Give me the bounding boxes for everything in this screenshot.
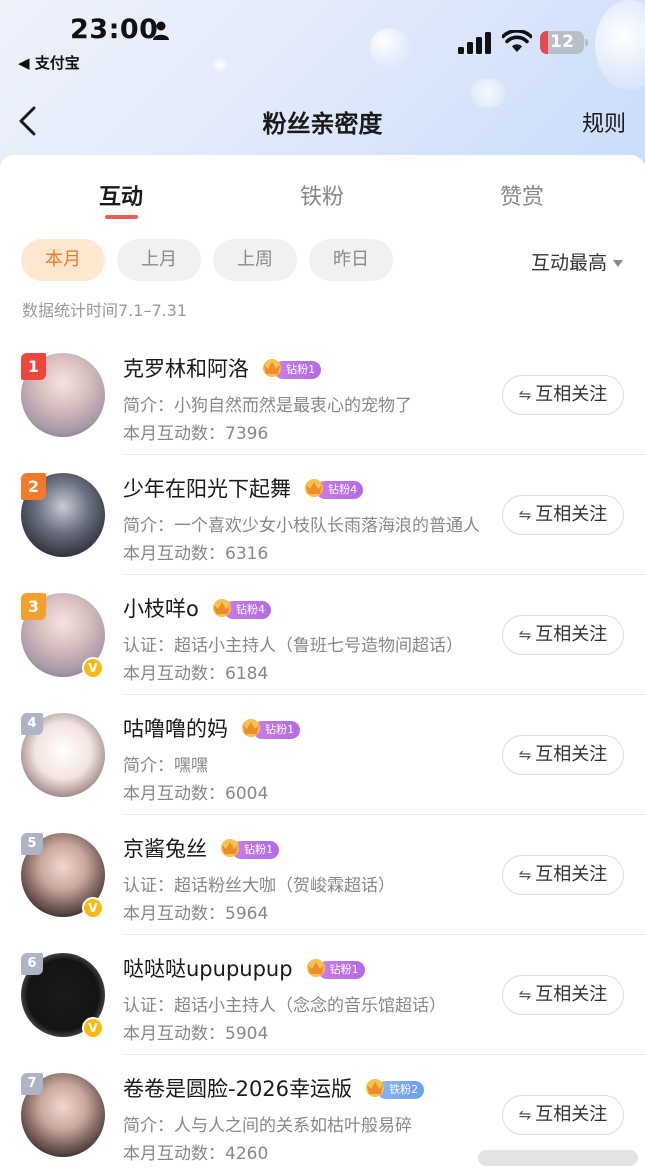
- mutual-follow-button[interactable]: ⇋ 互相关注: [502, 495, 624, 535]
- fan-description: 简介：人与人之间的关系如枯叶般易碎: [123, 1116, 412, 1136]
- filter-chip-last-week[interactable]: 上周: [213, 239, 297, 281]
- rank-badge: 2: [21, 473, 46, 500]
- verified-icon: V: [82, 897, 104, 919]
- fan-level-badge: 钻粉1: [260, 358, 322, 379]
- swap-arrows-icon: ⇋: [518, 746, 532, 764]
- interaction-count: 本月互动数：6004: [123, 784, 269, 804]
- main-card: 互动 铁粉 赞赏 本月 上月 上周 昨日 互动最高 数据统计时间7.1–7.31…: [0, 155, 645, 1173]
- swap-arrows-icon: ⇋: [518, 506, 532, 524]
- mutual-follow-button[interactable]: ⇋ 互相关注: [502, 735, 624, 775]
- crown-icon: [242, 719, 261, 737]
- fan-row[interactable]: 2 少年在阳光下起舞 钻粉4 简介：一个喜欢少女小枝队长雨落海浪的普通人 本月互…: [0, 455, 645, 575]
- filter-chip-yesterday[interactable]: 昨日: [309, 239, 393, 281]
- fan-level-badge: 钻粉1: [218, 838, 280, 859]
- rank-badge: 4: [21, 713, 43, 735]
- fan-name[interactable]: 京酱兔丝: [123, 837, 207, 861]
- crown-icon: [306, 959, 325, 977]
- fan-name-line: 少年在阳光下起舞 钻粉4: [123, 473, 364, 503]
- fan-description: 简介：一个喜欢少女小枝队长雨落海浪的普通人: [123, 516, 480, 536]
- rank-badge: 1: [21, 353, 46, 380]
- fan-level-badge: 钻粉1: [239, 718, 301, 739]
- crown-icon: [305, 479, 324, 497]
- interaction-count: 本月互动数：6184: [123, 664, 269, 684]
- crown-icon: [221, 839, 240, 857]
- rules-link[interactable]: 规则: [582, 106, 626, 138]
- fan-name[interactable]: 少年在阳光下起舞: [123, 477, 291, 501]
- swap-arrows-icon: ⇋: [518, 386, 532, 404]
- fan-row[interactable]: 3 V 小枝咩o 钻粉4 认证：超话小主持人（鲁班七号造物间超话） 本月互动数：…: [0, 575, 645, 695]
- fan-level-badge: 钻粉1: [304, 958, 365, 979]
- fan-name-line: 卷卷是圆脸-2026幸运版 铁粉2: [123, 1073, 425, 1103]
- fan-description: 认证：超话小主持人（念念的音乐馆超话）: [123, 996, 446, 1016]
- fan-level-badge: 铁粉2: [363, 1078, 425, 1099]
- mutual-follow-button[interactable]: ⇋ 互相关注: [502, 1095, 624, 1135]
- fan-name-line: 小枝咩o 钻粉4: [123, 593, 271, 623]
- page-title: 粉丝亲密度: [262, 110, 383, 138]
- fan-description: 简介：嘿嘿: [123, 756, 208, 776]
- verified-icon: V: [82, 657, 104, 679]
- stat-range-text: 数据统计时间7.1–7.31: [22, 301, 188, 320]
- bubble-decoration: [370, 28, 410, 68]
- rank-badge: 6: [21, 953, 43, 975]
- rank-badge: 5: [21, 833, 43, 855]
- interaction-count: 本月互动数：5904: [123, 1024, 269, 1044]
- fan-list: 1 克罗林和阿洛 钻粉1 简介：小狗自然而然是最衷心的宠物了 本月互动数：739…: [0, 335, 645, 1173]
- fan-name-line: 京酱兔丝 钻粉1: [123, 833, 280, 863]
- fan-name-line: 哒哒哒upupupup 钻粉1: [123, 953, 365, 983]
- crown-icon: [212, 599, 231, 617]
- mutual-follow-button[interactable]: ⇋ 互相关注: [502, 375, 624, 415]
- fan-level-badge: 钻粉4: [302, 478, 364, 499]
- cellular-signal-icon: [458, 32, 491, 54]
- fan-description: 认证：超话粉丝大咖（贺峻霖超话）: [123, 876, 395, 896]
- interaction-count: 本月互动数：4260: [123, 1144, 269, 1164]
- fan-name[interactable]: 小枝咩o: [123, 597, 199, 621]
- home-indicator: [478, 1150, 638, 1166]
- swap-arrows-icon: ⇋: [518, 1106, 532, 1124]
- mutual-follow-button[interactable]: ⇋ 互相关注: [502, 615, 624, 655]
- fan-name-line: 咕噜噜的妈 钻粉1: [123, 713, 301, 743]
- rank-badge: 7: [21, 1073, 43, 1095]
- status-time: 23:00: [70, 14, 159, 45]
- mutual-follow-button[interactable]: ⇋ 互相关注: [502, 975, 624, 1015]
- fan-name[interactable]: 克罗林和阿洛: [123, 357, 249, 381]
- person-icon: [153, 21, 169, 40]
- crown-icon: [366, 1079, 385, 1097]
- fan-name[interactable]: 咕噜噜的妈: [123, 717, 228, 741]
- active-tab-indicator: [105, 215, 138, 219]
- bubble-decoration: [213, 58, 227, 72]
- rank-badge: 3: [21, 593, 46, 620]
- mutual-follow-button[interactable]: ⇋ 互相关注: [502, 855, 624, 895]
- fan-row[interactable]: 5 V 京酱兔丝 钻粉1 认证：超话粉丝大咖（贺峻霖超话） 本月互动数：5964…: [0, 815, 645, 935]
- tab-iron-fans[interactable]: 铁粉: [300, 179, 344, 211]
- fan-row[interactable]: 6 V 哒哒哒upupupup 钻粉1 认证：超话小主持人（念念的音乐馆超话） …: [0, 935, 645, 1055]
- verified-icon: V: [82, 1017, 104, 1039]
- sort-dropdown[interactable]: 互动最高: [531, 248, 623, 275]
- battery-icon: 12: [540, 31, 588, 54]
- fan-name[interactable]: 哒哒哒upupupup: [123, 957, 293, 981]
- fan-level-badge: 钻粉4: [210, 598, 271, 619]
- interaction-count: 本月互动数：5964: [123, 904, 269, 924]
- wifi-icon: [502, 30, 532, 52]
- swap-arrows-icon: ⇋: [518, 986, 532, 1004]
- crown-icon: [263, 359, 282, 377]
- bubble-decoration: [595, 0, 645, 90]
- fan-name[interactable]: 卷卷是圆脸-2026幸运版: [123, 1077, 352, 1101]
- filter-chip-last-month[interactable]: 上月: [117, 239, 201, 281]
- fan-row[interactable]: 4 咕噜噜的妈 钻粉1 简介：嘿嘿 本月互动数：6004 ⇋ 互相关注: [0, 695, 645, 815]
- filter-chip-this-month[interactable]: 本月: [21, 239, 105, 281]
- interaction-count: 本月互动数：6316: [123, 544, 269, 564]
- fan-description: 简介：小狗自然而然是最衷心的宠物了: [123, 396, 412, 416]
- interaction-count: 本月互动数：7396: [123, 424, 269, 444]
- swap-arrows-icon: ⇋: [518, 866, 532, 884]
- dropdown-arrow-icon: [613, 260, 623, 267]
- fan-row[interactable]: 1 克罗林和阿洛 钻粉1 简介：小狗自然而然是最衷心的宠物了 本月互动数：739…: [0, 335, 645, 455]
- swap-arrows-icon: ⇋: [518, 626, 532, 644]
- tab-appreciation[interactable]: 赞赏: [500, 179, 544, 211]
- back-to-app-link[interactable]: ◀ 支付宝: [18, 52, 80, 73]
- fan-name-line: 克罗林和阿洛 钻粉1: [123, 353, 322, 383]
- tab-interaction[interactable]: 互动: [99, 179, 143, 211]
- fan-description: 认证：超话小主持人（鲁班七号造物间超话）: [123, 636, 463, 656]
